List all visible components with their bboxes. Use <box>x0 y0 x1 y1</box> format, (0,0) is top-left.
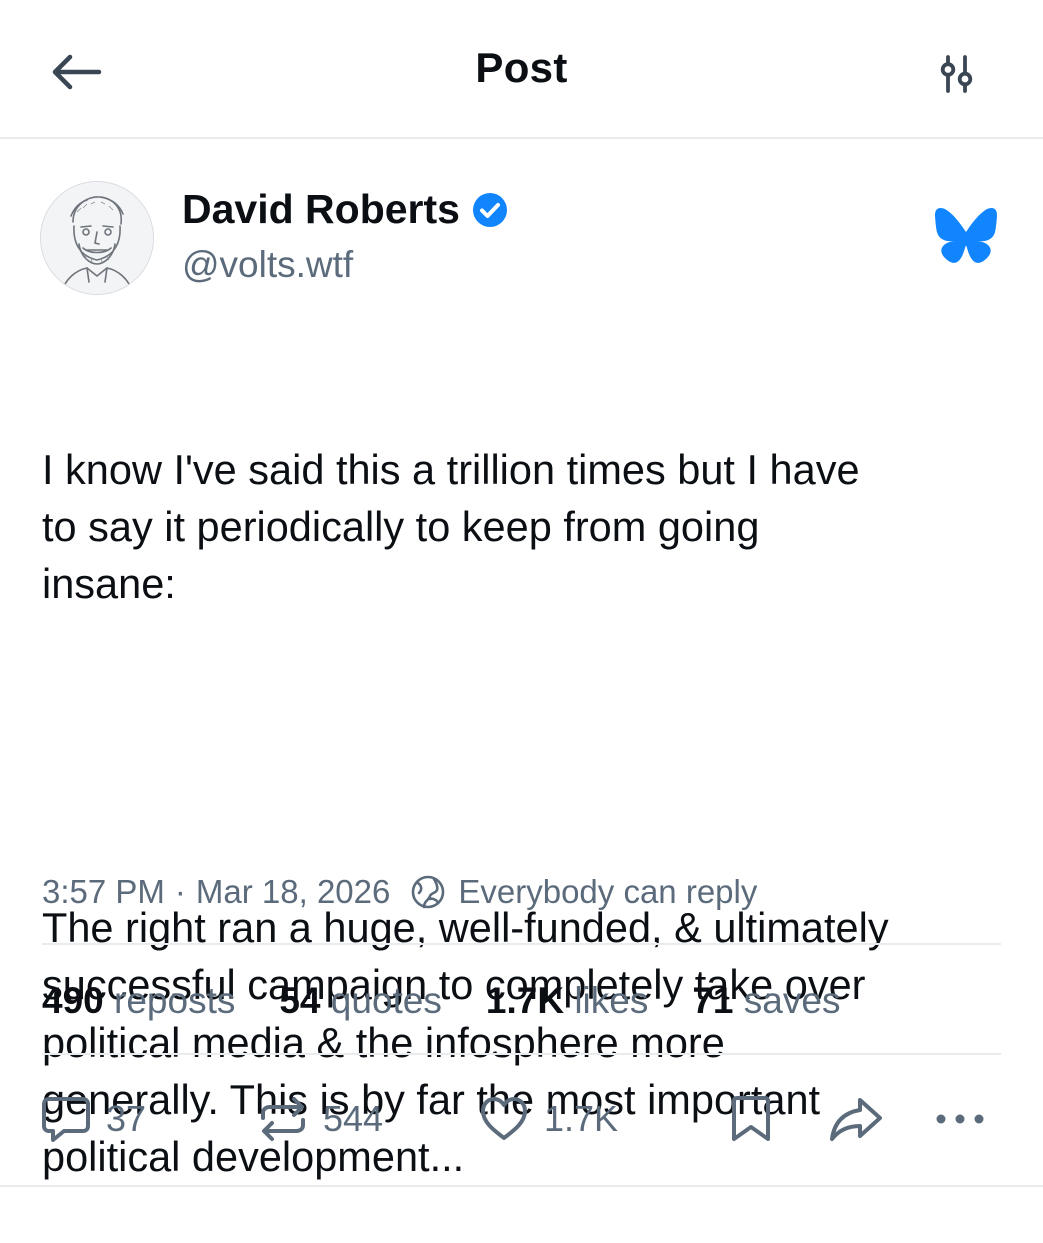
stat-label: reposts <box>114 980 236 1021</box>
ellipsis-icon <box>936 1114 984 1124</box>
heart-icon <box>481 1097 527 1140</box>
avatar[interactable] <box>40 181 154 295</box>
stat-label: saves <box>743 980 841 1021</box>
author-name-text: David Roberts <box>182 186 460 232</box>
share-arrow-icon <box>830 1098 882 1141</box>
repost-count: 544 <box>323 1098 384 1139</box>
post-time: 3:57 PM <box>42 873 165 910</box>
divider <box>42 1053 1001 1055</box>
meta-separator: · <box>174 873 186 910</box>
stat-count: 54 <box>279 980 321 1021</box>
post-paragraph: I know I've said this a trillion times b… <box>42 445 860 608</box>
reply-setting[interactable]: Everybody can reply <box>410 873 757 911</box>
bluesky-butterfly-icon <box>935 208 997 263</box>
share-button[interactable] <box>828 1092 898 1146</box>
more-options-button[interactable] <box>932 1092 1002 1146</box>
stat-likes[interactable]: 1.7K likes <box>486 980 648 1022</box>
stat-saves[interactable]: 71 saves <box>692 980 840 1022</box>
stat-count: 71 <box>692 980 734 1021</box>
divider <box>42 943 1001 945</box>
thread-settings-button[interactable] <box>930 52 984 96</box>
reply-setting-label: Everybody can reply <box>458 873 758 910</box>
reply-button[interactable]: 37 <box>40 1092 146 1146</box>
bookmark-icon <box>732 1096 770 1141</box>
stat-quotes[interactable]: 54 quotes <box>279 980 442 1022</box>
reply-count: 37 <box>106 1098 147 1139</box>
verified-check-icon <box>472 192 507 227</box>
stat-count: 490 <box>42 980 104 1021</box>
avatar-sketch-image <box>41 182 153 294</box>
repost-button[interactable]: 544 <box>257 1092 383 1146</box>
repost-arrows-icon <box>261 1097 305 1141</box>
engagement-stats: 490 reposts 54 quotes 1.7K likes 71 save… <box>42 976 884 1026</box>
divider <box>0 1185 1043 1187</box>
post-date: Mar 18, 2026 <box>195 873 391 910</box>
speech-bubble-icon <box>42 1097 90 1142</box>
author-handle[interactable]: @volts.wtf <box>182 244 353 286</box>
page-title: Post <box>475 44 568 91</box>
stat-count: 1.7K <box>485 980 565 1021</box>
post-meta: 3:57 PM · Mar 18, 2026 Everybody can rep… <box>42 870 757 914</box>
save-button[interactable] <box>728 1092 788 1146</box>
sliders-icon <box>940 55 973 93</box>
top-bar: Post <box>0 0 1043 139</box>
like-button[interactable]: 1.7K <box>478 1092 618 1146</box>
author-name[interactable]: David Roberts <box>182 186 508 233</box>
like-count: 1.7K <box>544 1098 619 1139</box>
stat-label: quotes <box>330 980 442 1021</box>
stat-label: likes <box>574 980 649 1021</box>
stat-reposts[interactable]: 490 reposts <box>42 980 235 1022</box>
globe-icon <box>412 875 445 909</box>
